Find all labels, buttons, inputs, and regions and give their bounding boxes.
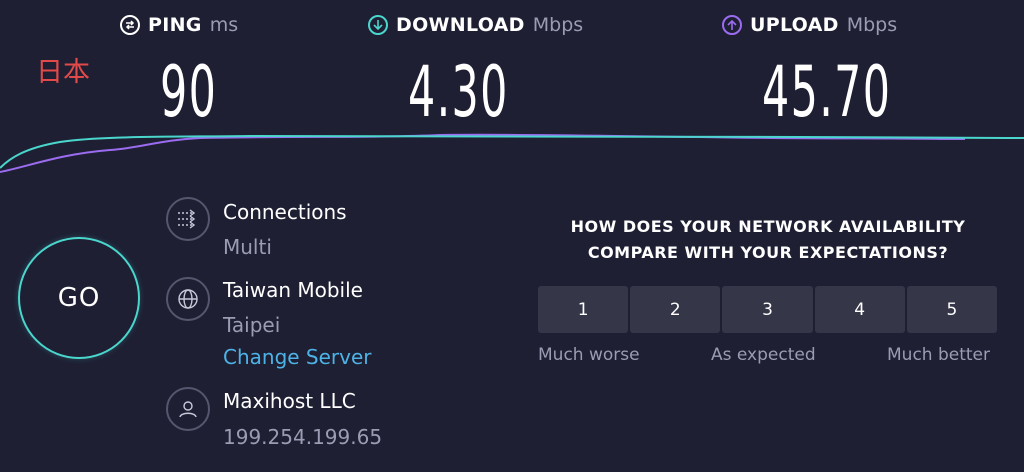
download-header: DOWNLOAD Mbps (368, 14, 583, 36)
upload-arrow-icon (722, 15, 742, 35)
connections-value: Multi (223, 235, 272, 259)
connections-label: Connections (223, 200, 347, 224)
download-label: DOWNLOAD (396, 14, 525, 36)
speed-graph (0, 133, 1024, 173)
connections-icon (166, 197, 210, 241)
download-arrow-icon (368, 15, 388, 35)
rating-label-high: Much better (887, 345, 990, 365)
ping-header: PING ms (120, 14, 238, 36)
globe-icon (166, 277, 210, 321)
upload-label: UPLOAD (750, 14, 839, 36)
server-name: Taiwan Mobile (223, 278, 363, 302)
download-graph-line (0, 134, 1024, 169)
download-unit: Mbps (532, 14, 584, 36)
rating-scale: 1 2 3 4 5 (538, 286, 998, 333)
go-button-label: GO (57, 283, 101, 313)
upload-metric: UPLOAD Mbps 45.70 (722, 14, 897, 130)
ping-unit: ms (209, 14, 239, 36)
server-location: Taipei (223, 313, 281, 337)
survey-question-line-2: COMPARE WITH YOUR EXPECTATIONS? (587, 243, 949, 262)
rating-option-5[interactable]: 5 (906, 286, 998, 333)
rating-label-mid: As expected (711, 345, 816, 365)
survey-question-line-1: HOW DOES YOUR NETWORK AVAILABILITY (570, 217, 966, 236)
survey-question: HOW DOES YOUR NETWORK AVAILABILITY COMPA… (540, 214, 996, 266)
rating-option-3[interactable]: 3 (722, 286, 813, 333)
provider-ip: 199.254.199.65 (223, 425, 383, 449)
rating-label-low: Much worse (538, 345, 640, 365)
ping-icon (120, 15, 140, 35)
ping-value: 90 (160, 51, 218, 133)
rating-option-4[interactable]: 4 (814, 286, 905, 333)
change-server-link[interactable]: Change Server (223, 345, 372, 369)
upload-unit: Mbps (846, 14, 898, 36)
download-value: 4.30 (408, 51, 509, 133)
rating-option-2[interactable]: 2 (630, 286, 721, 333)
upload-header: UPLOAD Mbps (722, 14, 897, 36)
download-metric: DOWNLOAD Mbps 4.30 (368, 14, 583, 130)
region-label: 日本 (36, 57, 90, 88)
ping-label: PING (148, 14, 202, 36)
ping-metric: PING ms 90 (120, 14, 238, 130)
upload-graph-line (0, 133, 965, 173)
provider-name: Maxihost LLC (223, 389, 356, 413)
upload-value: 45.70 (762, 51, 892, 133)
go-button[interactable]: GO (18, 237, 140, 359)
rating-option-1[interactable]: 1 (538, 286, 629, 333)
person-icon (166, 387, 210, 431)
